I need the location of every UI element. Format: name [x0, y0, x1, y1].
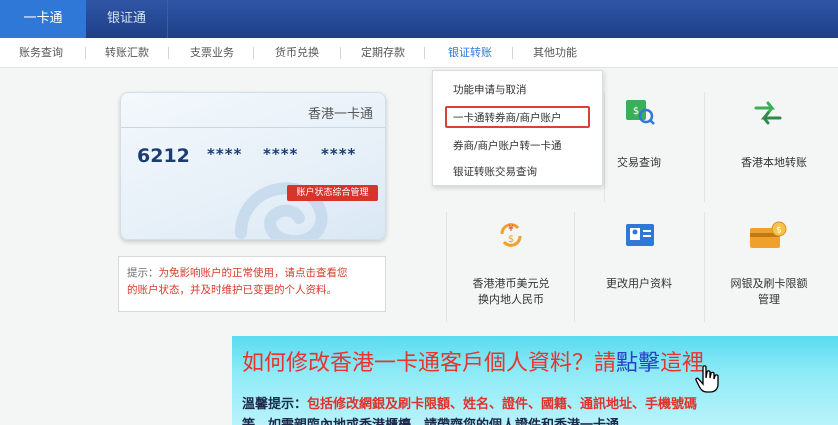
account-notice: 提示：为免影响账户的正常使用，请点击查看您 的账户状态，并及时维护已变更的个人资… — [118, 256, 386, 312]
banner-tip-lead: 溫馨提示： — [242, 397, 308, 412]
top-nav: 一卡通 银证通 — [0, 0, 838, 38]
subnav-divider — [85, 47, 86, 59]
tile-card-limit[interactable]: 网银及刷卡限额 管理 — [714, 276, 824, 308]
subtab-other-functions[interactable]: 其他功能 — [520, 38, 590, 68]
tile-card-limit-line1: 网银及刷卡限额 — [730, 277, 808, 290]
subnav-divider — [168, 47, 169, 59]
banner-tip-line1: 溫馨提示：包括修改網銀及刷卡限額、姓名、證件、國籍、通訊地址、手機號碼 — [242, 393, 697, 412]
banner-title: 如何修改香港一卡通客戶個人資料？請點擊這裡 — [242, 345, 704, 377]
banner-title-red: 如何修改香港一卡通客戶個人資料？請 — [242, 351, 617, 376]
card-mask-group: **** — [263, 145, 299, 163]
grid-divider — [704, 212, 705, 322]
svg-text:$: $ — [508, 234, 514, 245]
bank-card: 香港一卡通 6212 **** **** **** 账户状态综合管理 — [120, 92, 386, 240]
svg-text:$: $ — [633, 106, 639, 117]
card-mask-group: **** — [207, 145, 243, 163]
grid-divider — [574, 212, 575, 322]
svg-text:¥: ¥ — [508, 224, 514, 234]
subnav-divider — [253, 47, 254, 59]
banner-tip-red: 包括修改網銀及刷卡限額、姓名、證件、國籍、通訊地址、手機號碼 — [307, 397, 698, 412]
card-number-prefix: 6212 — [137, 145, 190, 167]
banner-click-link[interactable]: 點擊 — [616, 351, 660, 376]
tile-currency-exchange[interactable]: 香港港币美元兑 换内地人民币 — [452, 276, 570, 308]
notice-message[interactable]: 为免影响账户的正常使用，请点击查看您 — [159, 267, 348, 279]
subnav-divider — [424, 47, 425, 59]
menu-item-to-broker[interactable]: 一卡通转券商/商户账户 — [453, 110, 562, 125]
grid-divider — [604, 92, 605, 202]
grid-divider — [704, 92, 705, 202]
subtab-account-inquiry[interactable]: 账务查询 — [6, 38, 76, 68]
tile-transaction-inquiry[interactable]: 交易查询 — [604, 155, 674, 171]
hand-cursor-icon — [695, 365, 719, 393]
tab-yikatong[interactable]: 一卡通 — [0, 0, 86, 38]
promo-banner[interactable]: 如何修改香港一卡通客戶個人資料？請點擊這裡 溫馨提示：包括修改網銀及刷卡限額、姓… — [232, 336, 838, 425]
notice-hint-label: 提示： — [127, 267, 159, 279]
securities-transfer-menu: 功能申请与取消 一卡通转券商/商户账户 券商/商户账户转一卡通 银证转账交易查询 — [432, 70, 603, 186]
card-limit-icon[interactable]: $ — [748, 220, 788, 250]
tile-currency-exchange-line2: 换内地人民币 — [478, 293, 544, 306]
card-mask-group: **** — [321, 145, 357, 163]
card-title: 香港一卡通 — [307, 107, 373, 122]
card-divider — [121, 127, 385, 128]
subtab-currency-exchange[interactable]: 货币兑换 — [262, 38, 332, 68]
menu-item-transfer-inquiry[interactable]: 银证转账交易查询 — [453, 164, 537, 179]
tab-yinzhengtong[interactable]: 银证通 — [86, 0, 168, 38]
grid-divider — [446, 212, 447, 322]
search-document-icon[interactable]: $ — [624, 98, 656, 126]
transfer-icon[interactable] — [752, 100, 784, 126]
tile-card-limit-line2: 管理 — [758, 293, 780, 306]
subnav-divider — [340, 47, 341, 59]
svg-text:$: $ — [776, 226, 782, 236]
tile-hk-local-transfer[interactable]: 香港本地转账 — [724, 155, 824, 171]
account-status-button[interactable]: 账户状态综合管理 — [287, 185, 378, 201]
menu-item-apply-cancel[interactable]: 功能申请与取消 — [453, 82, 527, 97]
banner-tip-line2: 等，如需親臨內地或香港櫃檯，請帶齊您的個人證件和香港一卡通 — [242, 414, 619, 425]
menu-item-from-broker[interactable]: 券商/商户账户转一卡通 — [453, 138, 562, 153]
tile-currency-exchange-line1: 香港港币美元兑 — [472, 277, 550, 290]
currency-exchange-icon[interactable]: ¥ $ — [496, 220, 526, 250]
subnav-divider — [512, 47, 513, 59]
card-swirl-logo-icon — [235, 182, 328, 239]
tile-change-user-info[interactable]: 更改用户资料 — [584, 276, 694, 292]
subtab-securities-transfer[interactable]: 银证转账 — [434, 38, 506, 68]
sub-nav: 账务查询 转账汇款 支票业务 货币兑换 定期存款 银证转账 其他功能 — [0, 38, 838, 68]
subtab-transfer[interactable]: 转账汇款 — [92, 38, 162, 68]
notice-message-cont[interactable]: 的账户状态，并及时维护已变更的个人资料。 — [127, 284, 337, 296]
subtab-cheque[interactable]: 支票业务 — [177, 38, 247, 68]
user-card-icon[interactable] — [624, 222, 656, 248]
subtab-fixed-deposit[interactable]: 定期存款 — [348, 38, 418, 68]
